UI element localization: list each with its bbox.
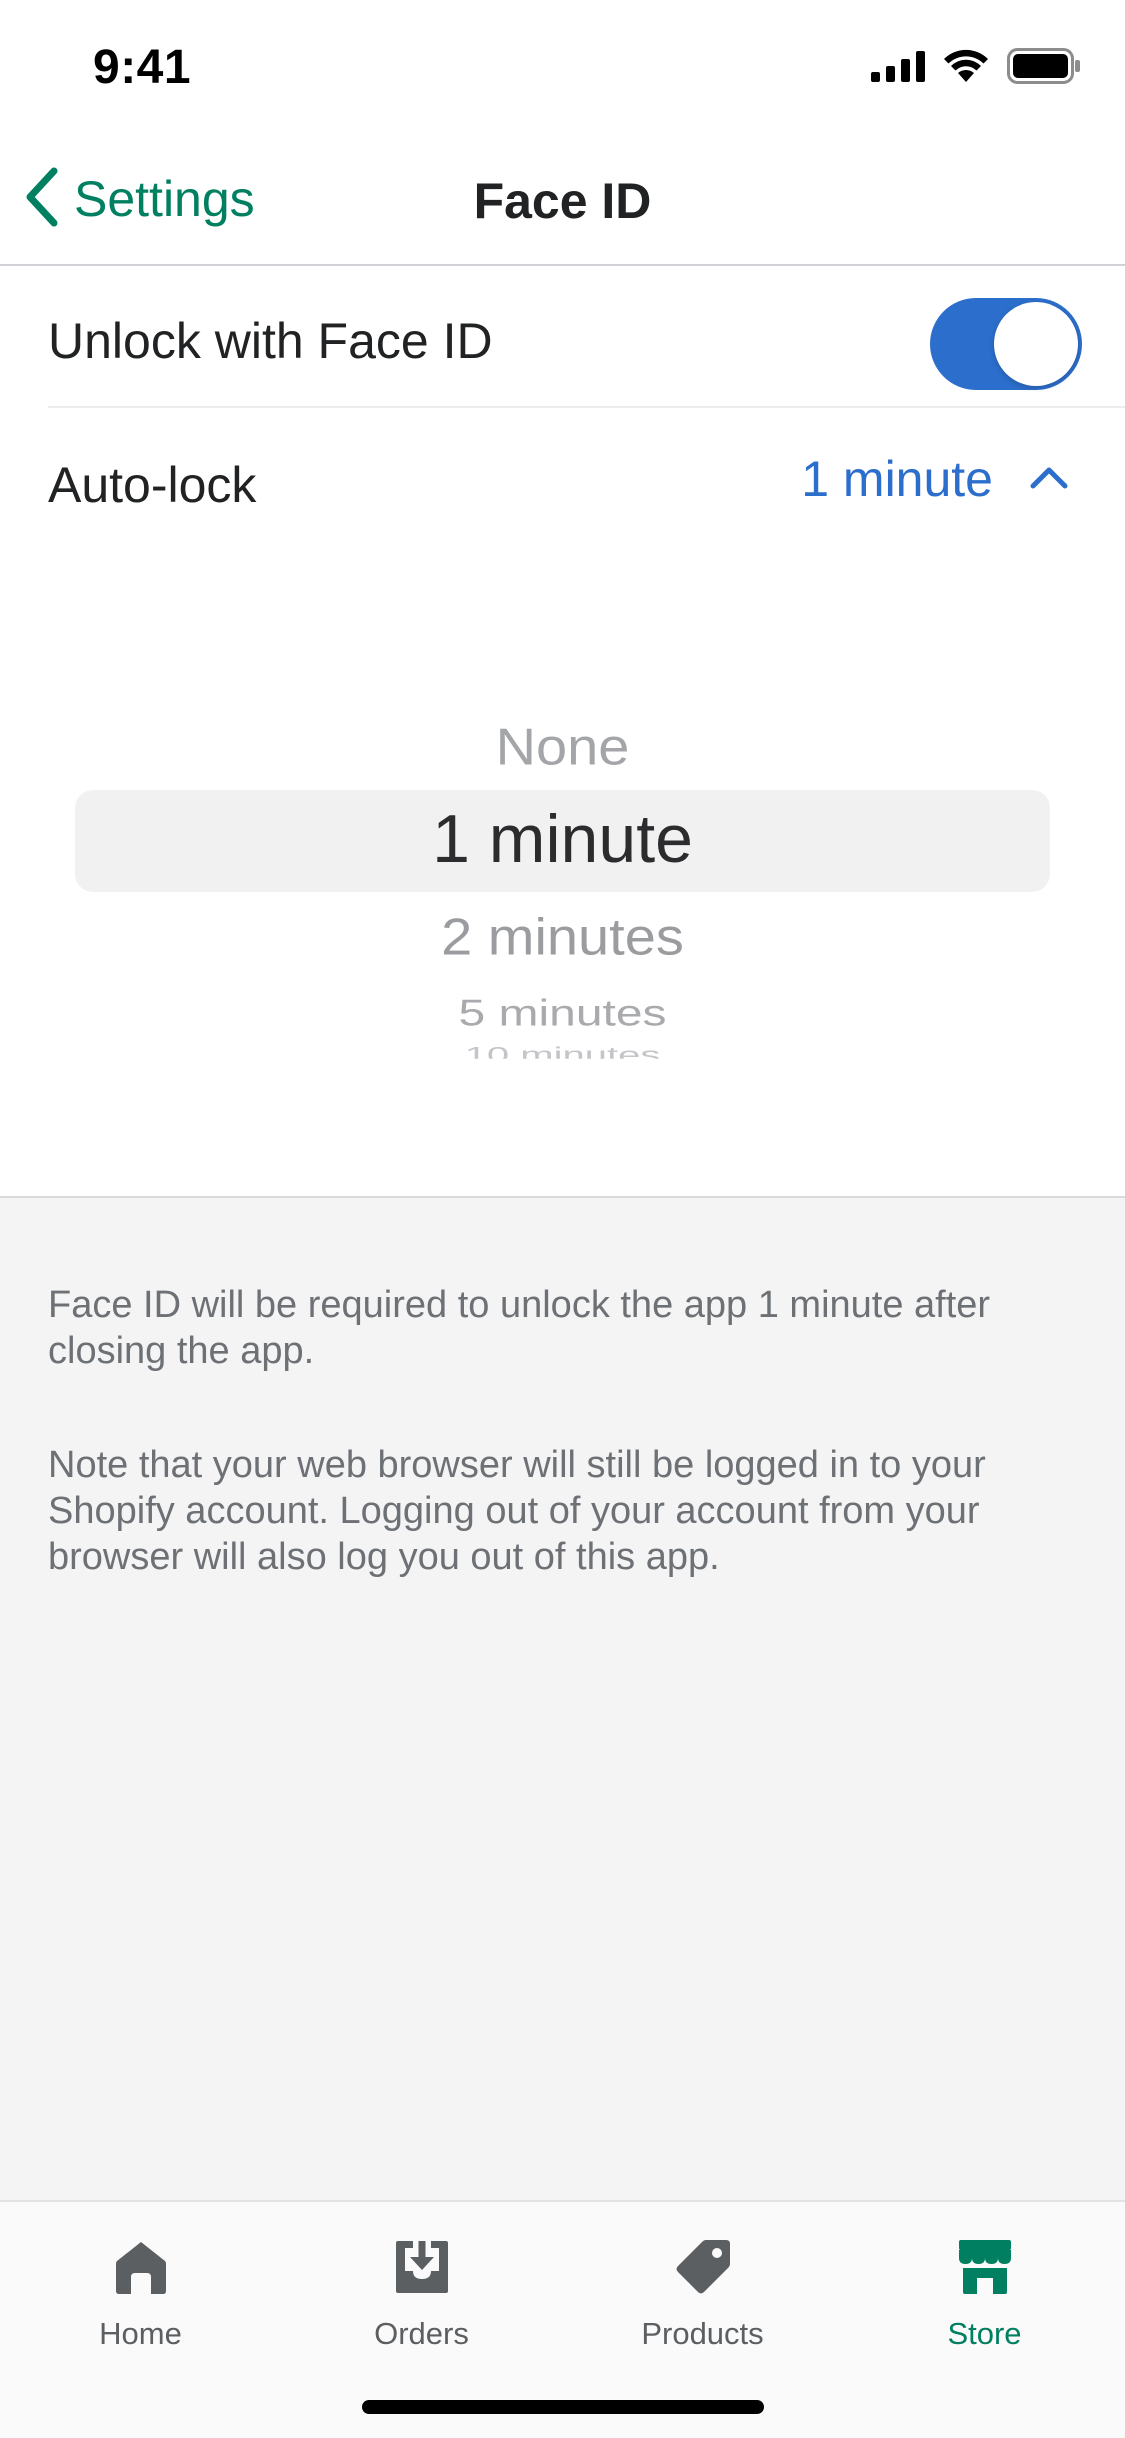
info-paragraph-auto-lock: Face ID will be required to unlock the a…	[48, 1284, 991, 1372]
home-icon	[115, 2232, 167, 2302]
autolock-picker[interactable]: None 1 minute 2 minutes 5 minutes 10 min…	[0, 552, 1125, 1196]
home-indicator	[362, 2400, 764, 2414]
autolock-row[interactable]: Auto-lock 1 minute	[0, 410, 1125, 552]
tab-products-label: Products	[641, 2316, 764, 2351]
picker-option-10-minutes[interactable]: 10 minutes	[0, 1041, 1125, 1058]
tab-bar: Home Orders Products Store	[0, 2200, 1125, 2438]
tab-store-label: Store	[947, 2316, 1022, 2351]
status-bar: 9:41	[0, 0, 1125, 132]
page-title: Face ID	[473, 173, 652, 229]
wifi-icon	[943, 49, 989, 83]
info-paragraph-browser-note: Note that your web browser will still be…	[48, 1444, 986, 1578]
autolock-selector[interactable]: 1 minute	[801, 450, 1069, 508]
tag-icon	[674, 2232, 732, 2302]
orders-icon	[394, 2232, 450, 2302]
cellular-signal-icon	[871, 50, 925, 82]
picker-option-1-minute[interactable]: 1 minute	[0, 800, 1125, 878]
autolock-label: Auto-lock	[48, 457, 257, 513]
toggle-knob	[994, 302, 1078, 386]
navigation-bar: Settings Face ID	[0, 132, 1125, 266]
tab-orders[interactable]: Orders	[281, 2232, 562, 2382]
face-id-label: Unlock with Face ID	[48, 313, 493, 369]
face-id-toggle[interactable]	[930, 298, 1082, 390]
status-icons	[871, 48, 1081, 84]
battery-icon	[1007, 48, 1081, 84]
status-time: 9:41	[93, 41, 192, 94]
picker-option-2-minutes[interactable]: 2 minutes	[0, 907, 1125, 967]
picker-option-5-minutes[interactable]: 5 minutes	[0, 992, 1125, 1035]
autolock-value: 1 minute	[801, 451, 993, 507]
tab-home-label: Home	[99, 2316, 182, 2351]
store-icon	[957, 2232, 1013, 2302]
info-section: Face ID will be required to unlock the a…	[0, 1196, 1125, 2202]
tab-products[interactable]: Products	[562, 2232, 843, 2382]
face-id-row: Unlock with Face ID	[0, 266, 1125, 408]
chevron-up-icon	[1029, 464, 1069, 495]
picker-option-none[interactable]: None	[0, 717, 1125, 777]
tab-home[interactable]: Home	[0, 2232, 281, 2382]
tab-store[interactable]: Store	[844, 2232, 1125, 2382]
tab-orders-label: Orders	[374, 2316, 469, 2351]
